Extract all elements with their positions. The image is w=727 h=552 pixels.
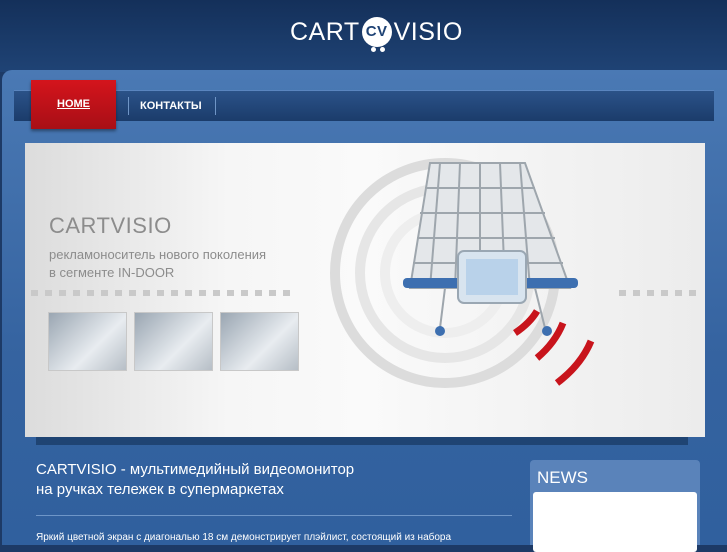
nav-divider: [128, 97, 129, 115]
thumbnail-1[interactable]: [48, 312, 127, 371]
news-content-box: [533, 492, 697, 552]
cart-wheel-icon: [435, 326, 445, 336]
logo-text-left: CART: [290, 17, 360, 46]
thumbnail-2[interactable]: [134, 312, 213, 371]
news-panel: NEWS: [530, 460, 700, 552]
content-title: CARTVISIO - мультимедийный видеомонитор …: [36, 460, 354, 500]
site-header: CART CV VISIO: [0, 0, 727, 72]
logo-text-right: VISIO: [393, 17, 463, 46]
hero-banner: CARTVISIO рекламоноситель нового поколен…: [25, 143, 705, 437]
nav-divider: [215, 97, 216, 115]
site-logo[interactable]: CART CV VISIO: [290, 14, 463, 52]
content-title-line2: на ручках тележек в супермаркетах: [36, 481, 284, 498]
thumbnail-3[interactable]: [220, 312, 299, 371]
news-title: NEWS: [537, 468, 588, 487]
content-title-line1: CARTVISIO - мультимедийный видеомонитор: [36, 461, 355, 478]
main-nav: КОНТАКТЫ: [14, 90, 714, 121]
content-divider: [36, 515, 512, 516]
cart-wheel-icon: [542, 326, 552, 336]
content-body: Яркий цветной экран с диагональю 18 см д…: [36, 532, 452, 543]
banner-shadow-strip: [36, 437, 688, 445]
cart-illustration: [330, 158, 595, 388]
banner-title: CARTVISIO: [49, 213, 172, 238]
logo-badge-text: CV: [365, 23, 388, 40]
banner-subtitle-line2: в сегменте IN-DOOR: [49, 265, 175, 280]
logo-cart-wheels-icon: [370, 47, 386, 53]
nav-item-contacts[interactable]: КОНТАКТЫ: [140, 91, 202, 121]
nav-item-home[interactable]: HOME: [31, 80, 116, 129]
cart-monitor-screen-icon: [466, 259, 518, 295]
logo-badge: CV: [361, 17, 392, 52]
banner-dots-left: [31, 290, 290, 296]
banner-subtitle-line1: рекламоноситель нового поколения: [49, 247, 267, 262]
